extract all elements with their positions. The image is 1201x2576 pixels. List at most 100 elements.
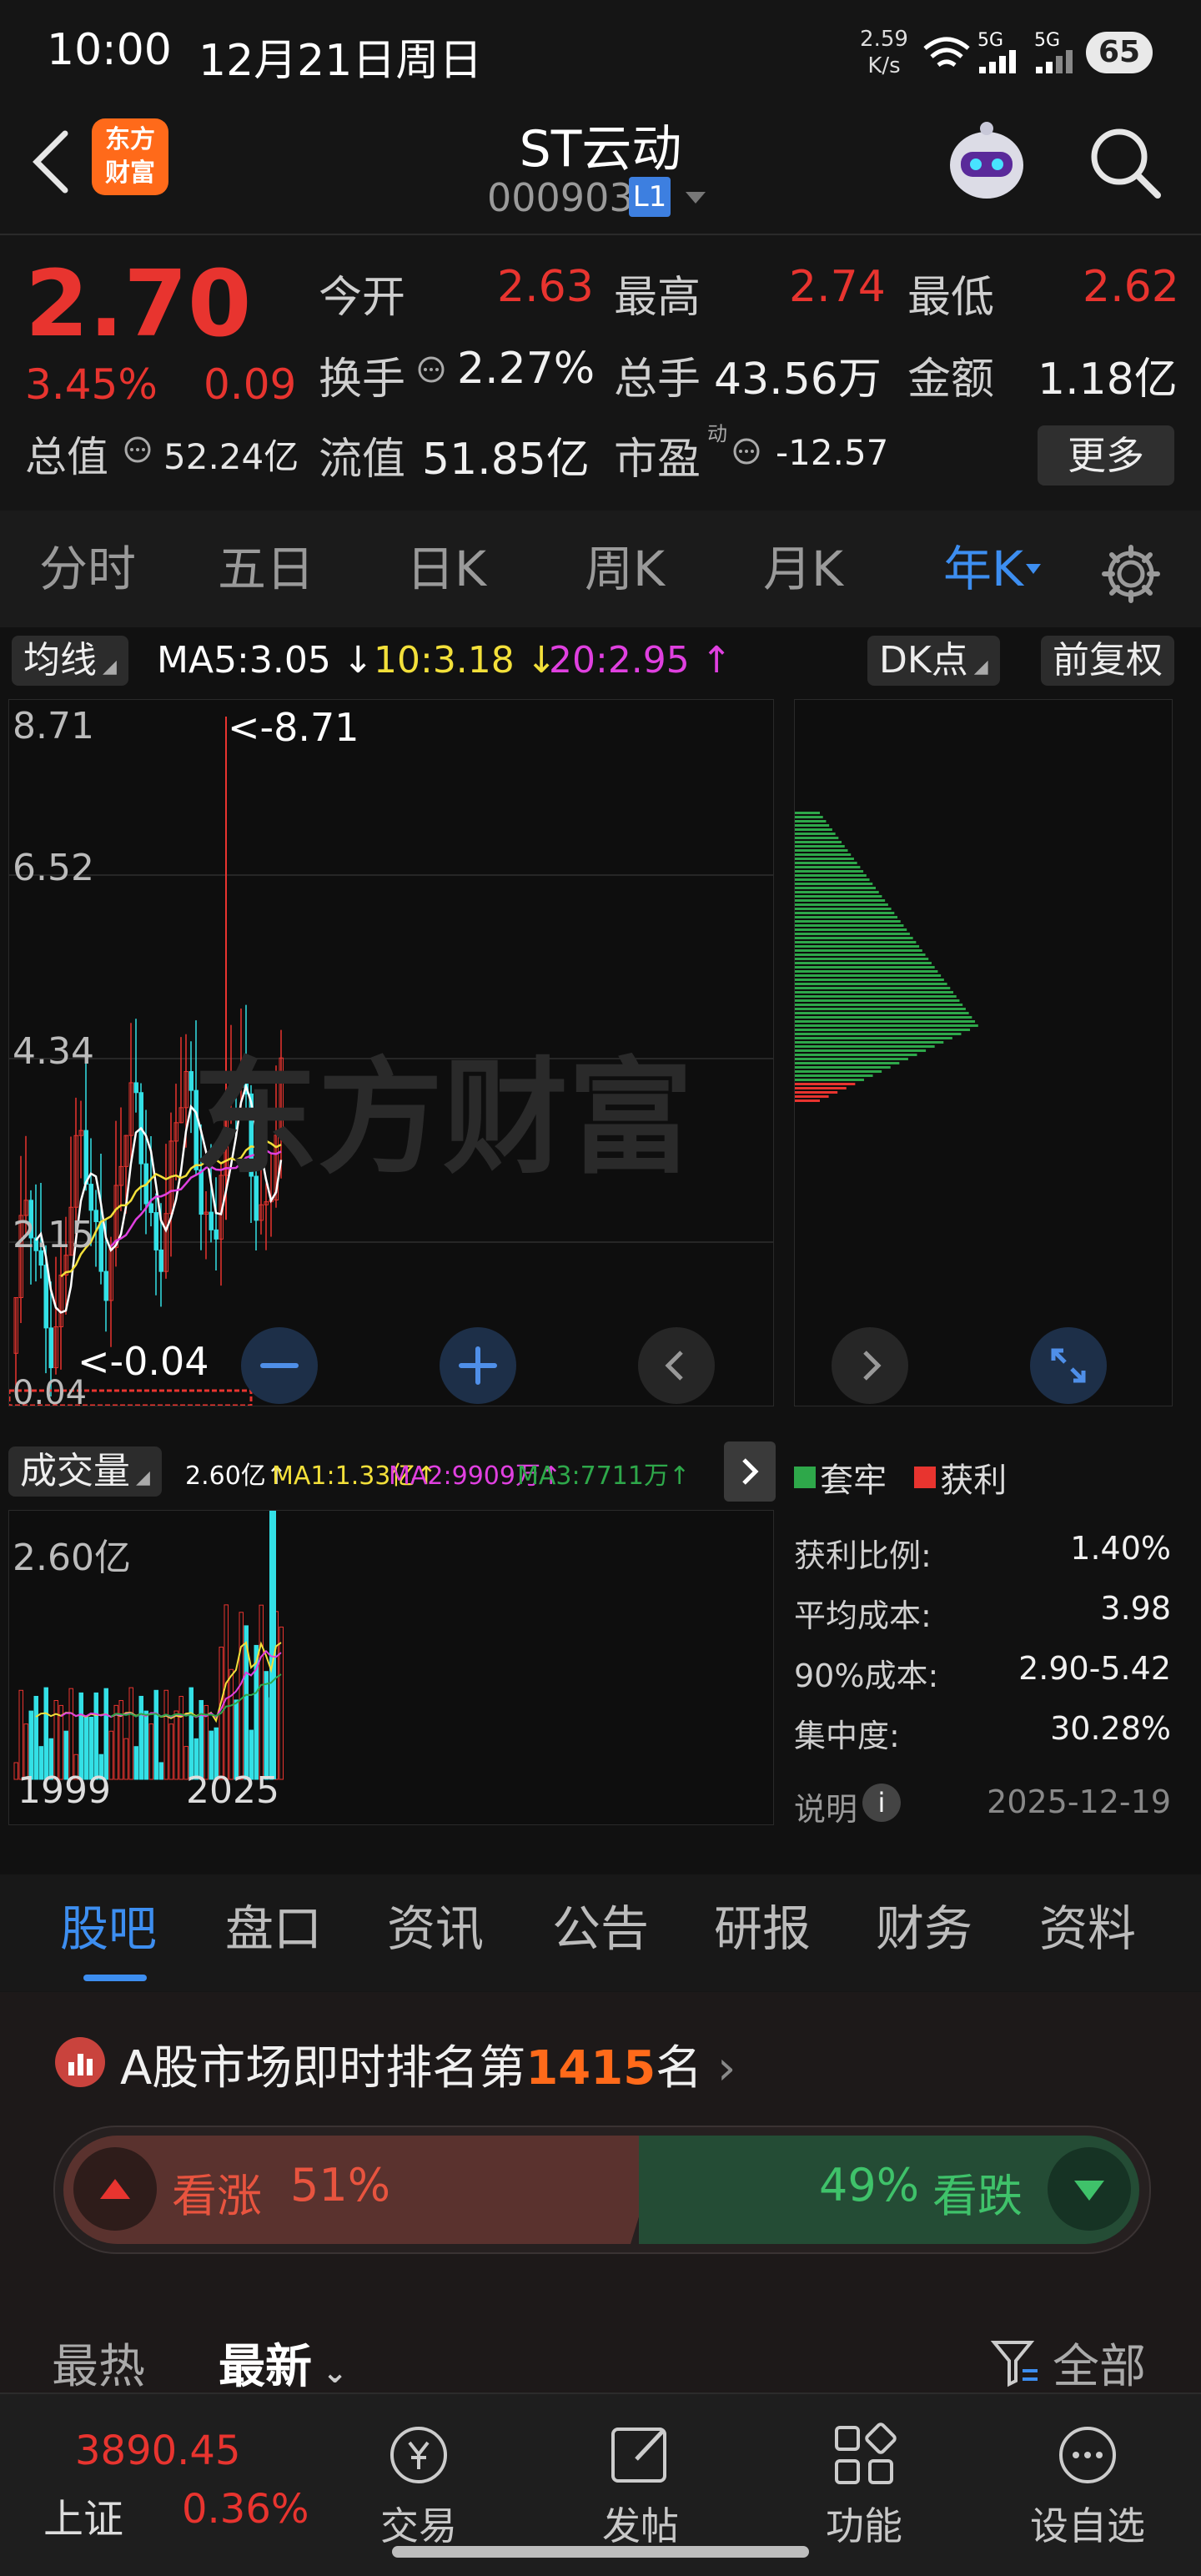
nav-functions[interactable]: 功能: [781, 2394, 947, 2551]
chip-stat-label: 集中度:: [794, 1718, 900, 1754]
chip-bar: [795, 849, 848, 852]
status-bar: 10:00 12月21日周日 2.59 K/s 5G 5G 65: [0, 0, 1201, 108]
legend-trapped: 套牢: [820, 1462, 887, 1500]
volume-bar: [234, 1699, 239, 1780]
ma5-value: MA5:3.05 ↓: [157, 639, 374, 682]
volume-bar-max: [269, 1511, 276, 1779]
chip-bar: [795, 983, 947, 985]
subtab-announcements[interactable]: 公告: [552, 1874, 649, 1983]
tab-weekly-k[interactable]: 周K: [562, 511, 687, 627]
volume-indicator-selector[interactable]: 成交量 ◢: [8, 1446, 162, 1497]
chip-bar: [795, 979, 944, 981]
subtab-orderbook[interactable]: 盘口: [225, 1874, 322, 1983]
chip-bar: [795, 1004, 963, 1006]
level-badge[interactable]: L1: [629, 177, 671, 217]
ranking-icon: [55, 2037, 105, 2087]
sort-hot[interactable]: 最热: [52, 2329, 145, 2397]
sort-new[interactable]: 最新 ⌄: [219, 2329, 348, 2397]
tab-intraday[interactable]: 分时: [25, 511, 150, 627]
dk-label: DK点: [879, 639, 968, 682]
chip-bar: [795, 1024, 978, 1027]
battery-indicator: 65: [1086, 32, 1153, 73]
robot-assistant-icon[interactable]: [941, 115, 1033, 207]
nav-watchlist[interactable]: 设自选: [1004, 2394, 1171, 2551]
chip-stat-value: 1.40%: [1070, 1530, 1171, 1567]
volume-bar: [103, 1688, 108, 1780]
note-label[interactable]: 说明: [794, 1784, 857, 1829]
candle-body: [93, 1210, 98, 1222]
nav-trade[interactable]: 交易: [335, 2394, 502, 2551]
subtab-news[interactable]: 资讯: [387, 1874, 484, 1983]
subtab-forum[interactable]: 股吧: [60, 1874, 157, 1983]
filter-icon[interactable]: [989, 2337, 1041, 2389]
chip-bar: [795, 1083, 856, 1085]
zoom-out-button[interactable]: [241, 1327, 318, 1404]
volume-bar: [153, 1689, 158, 1780]
info-dots-icon[interactable]: [123, 435, 152, 464]
adjust-mode-button[interactable]: 前复权: [1041, 636, 1174, 686]
rank-number: 1415: [525, 2041, 656, 2096]
chip-bar: [795, 991, 954, 994]
chip-stat-label: 获利比例:: [794, 1537, 932, 1574]
info-dots-icon[interactable]: [732, 437, 761, 465]
chip-bar: [795, 824, 830, 827]
bear-vote-button[interactable]: [1048, 2147, 1131, 2231]
zoom-in-button[interactable]: [440, 1327, 516, 1404]
low-value: 2.62: [1083, 262, 1179, 312]
dk-point-button[interactable]: DK点 ◢: [867, 636, 1000, 686]
kline-pane[interactable]: 东方财富 8.71 6.52 4.34 2.15 0.04 <-8.71 <-0…: [8, 699, 774, 1412]
settings-gear-icon[interactable]: [1099, 542, 1163, 606]
info-dots-icon[interactable]: [417, 355, 445, 384]
chip-bar: [795, 908, 892, 910]
chip-bar: [795, 995, 957, 998]
back-arrow-icon[interactable]: [27, 127, 73, 197]
bear-label: 看跌: [932, 2170, 1023, 2222]
candle-body: [153, 1212, 158, 1250]
volume-pane[interactable]: 2.60亿 1999 2025: [8, 1510, 774, 1825]
home-indicator[interactable]: [392, 2546, 809, 2558]
tab-dropdown-icon[interactable]: [1024, 562, 1043, 576]
volume-bar: [198, 1699, 204, 1780]
scroll-left-button[interactable]: [638, 1327, 715, 1404]
market-ranking[interactable]: A股市场即时排名第1415名 ›: [120, 2030, 736, 2098]
subtab-finance[interactable]: 财务: [876, 1874, 972, 1983]
search-icon[interactable]: [1086, 123, 1164, 202]
tab-daily-k[interactable]: 日K: [384, 511, 509, 627]
more-dots-icon: [1059, 2427, 1116, 2483]
tab-monthly-k[interactable]: 月K: [741, 511, 866, 627]
turnover-value: 2.27%: [457, 344, 595, 394]
chip-date: 2025-12-19: [987, 1784, 1171, 1820]
volume-bar: [33, 1695, 38, 1780]
nav-post[interactable]: 发帖: [557, 2394, 724, 2551]
filter-label[interactable]: 全部: [1053, 2329, 1146, 2397]
candle-body: [103, 1270, 108, 1301]
nav-post-label: 发帖: [602, 2503, 679, 2548]
fullscreen-button[interactable]: [1030, 1327, 1107, 1404]
chip-bar: [795, 878, 870, 881]
watermark: 东方财富: [193, 1046, 694, 1191]
subtab-profile[interactable]: 资料: [1039, 1874, 1136, 1983]
eastmoney-logo[interactable]: 东方 财富: [92, 118, 168, 195]
index-name[interactable]: 上证: [43, 2486, 123, 2544]
chip-bar: [795, 1095, 829, 1098]
indicator-selector[interactable]: 均线 ◢: [12, 636, 128, 686]
max-marker: <-8.71: [228, 705, 359, 750]
info-icon[interactable]: i: [862, 1784, 901, 1822]
chip-distribution-pane[interactable]: [794, 699, 1173, 1406]
more-button[interactable]: 更多: [1038, 425, 1174, 486]
dropdown-triangle-icon[interactable]: [684, 190, 707, 205]
chip-bar: [795, 1066, 891, 1069]
indicator-label: 均线: [23, 639, 97, 682]
chip-bar: [795, 1041, 944, 1044]
change-percent: 3.45%: [25, 360, 158, 409]
down-triangle-icon: [1074, 2181, 1104, 2201]
volume-bar: [123, 1738, 128, 1780]
subtab-research[interactable]: 研报: [714, 1874, 811, 1983]
index-value[interactable]: 3890.45: [75, 2428, 241, 2474]
bull-vote-button[interactable]: [73, 2147, 157, 2231]
scroll-right-button[interactable]: [832, 1327, 908, 1404]
tab-five-day[interactable]: 五日: [204, 511, 329, 627]
low-label: 最低: [907, 273, 995, 323]
chip-bar: [795, 845, 845, 848]
volume-expand-button[interactable]: [724, 1441, 776, 1502]
